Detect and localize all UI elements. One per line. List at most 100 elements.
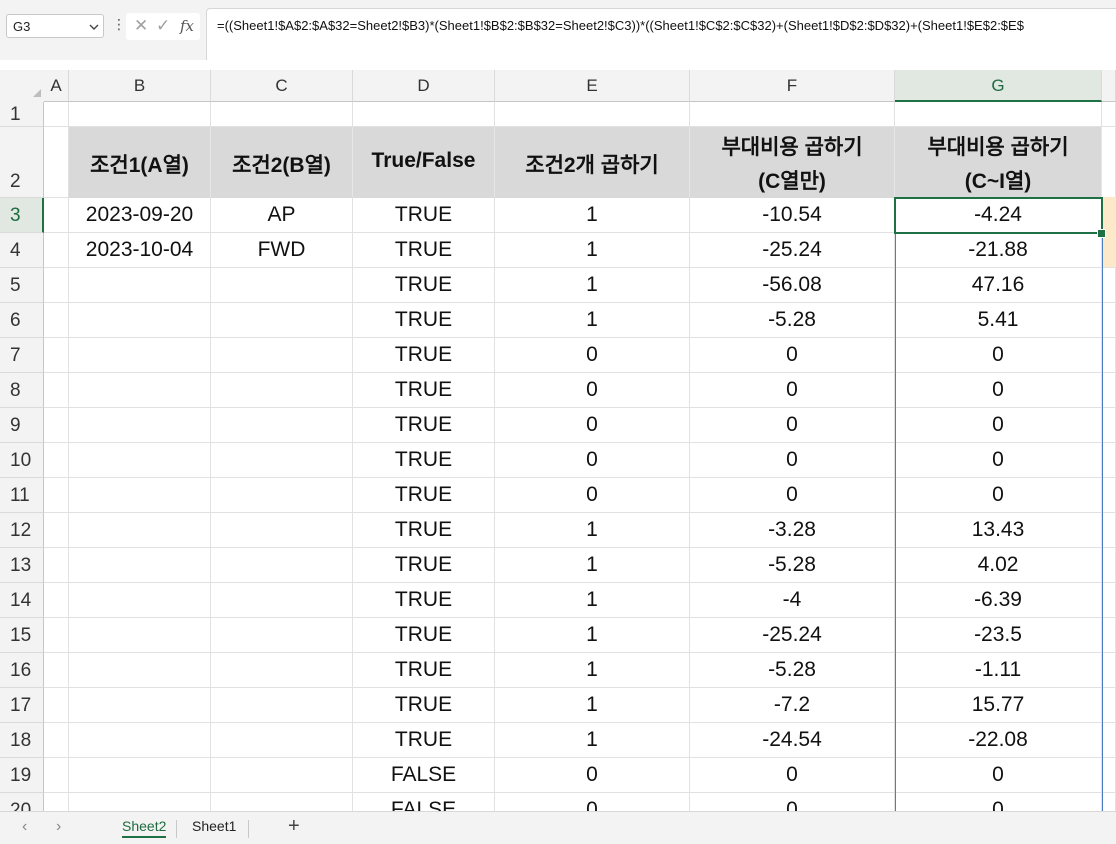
cell-e10[interactable]: 0 (495, 443, 690, 478)
cell-g13[interactable]: 4.02 (895, 548, 1102, 583)
column-header-f[interactable]: F (690, 70, 895, 102)
row-header-16[interactable]: 16 (0, 653, 44, 688)
cell-h19[interactable] (1102, 758, 1116, 793)
cell-f9[interactable]: 0 (690, 408, 895, 443)
cell-b5[interactable] (69, 268, 211, 303)
row-header-6[interactable]: 6 (0, 303, 44, 338)
cell-b17[interactable] (69, 688, 211, 723)
cell-c3[interactable]: AP (211, 198, 353, 233)
row-header-8[interactable]: 8 (0, 373, 44, 408)
cell-b6[interactable] (69, 303, 211, 338)
cell-e7[interactable]: 0 (495, 338, 690, 373)
cell-a16[interactable] (44, 653, 69, 688)
chevron-left-icon[interactable]: ‹ (22, 818, 27, 836)
row-header-18[interactable]: 18 (0, 723, 44, 758)
row-header-7[interactable]: 7 (0, 338, 44, 373)
row-header-1[interactable]: 1 (0, 102, 44, 127)
cell-h6[interactable] (1102, 303, 1116, 338)
column-header-e[interactable]: E (495, 70, 690, 102)
cell-h14[interactable] (1102, 583, 1116, 618)
cell-b14[interactable] (69, 583, 211, 618)
cell-c9[interactable] (211, 408, 353, 443)
cell-d3[interactable]: TRUE (353, 198, 495, 233)
column-header-a[interactable]: A (44, 70, 69, 102)
cell-b7[interactable] (69, 338, 211, 373)
cell-g15[interactable]: -23.5 (895, 618, 1102, 653)
row-header-17[interactable]: 17 (0, 688, 44, 723)
cell-b10[interactable] (69, 443, 211, 478)
cell-b11[interactable] (69, 478, 211, 513)
cell-d18[interactable]: TRUE (353, 723, 495, 758)
cell-a18[interactable] (44, 723, 69, 758)
cell-h8[interactable] (1102, 373, 1116, 408)
cell-c4[interactable]: FWD (211, 233, 353, 268)
cell-a7[interactable] (44, 338, 69, 373)
cell-b15[interactable] (69, 618, 211, 653)
cell-f15[interactable]: -25.24 (690, 618, 895, 653)
row-header-5[interactable]: 5 (0, 268, 44, 303)
cell-e5[interactable]: 1 (495, 268, 690, 303)
column-header-b[interactable]: B (69, 70, 211, 102)
cell-d9[interactable]: TRUE (353, 408, 495, 443)
header-cell-c[interactable]: 조건2(B열) (211, 127, 353, 198)
cell-g1[interactable] (895, 102, 1102, 127)
header-cell-d[interactable]: True/False (353, 127, 495, 198)
cell-d19[interactable]: FALSE (353, 758, 495, 793)
cell-c19[interactable] (211, 758, 353, 793)
cell-a11[interactable] (44, 478, 69, 513)
cell-a12[interactable] (44, 513, 69, 548)
cell-f17[interactable]: -7.2 (690, 688, 895, 723)
row-header-3[interactable]: 3 (0, 198, 44, 233)
cell-h15[interactable] (1102, 618, 1116, 653)
cell-a8[interactable] (44, 373, 69, 408)
row-header-12[interactable]: 12 (0, 513, 44, 548)
cell-f14[interactable]: -4 (690, 583, 895, 618)
column-header-next[interactable] (1102, 70, 1116, 102)
cell-f4[interactable]: -25.24 (690, 233, 895, 268)
cell-d5[interactable]: TRUE (353, 268, 495, 303)
cell-h16[interactable] (1102, 653, 1116, 688)
cell-d10[interactable]: TRUE (353, 443, 495, 478)
cell-a19[interactable] (44, 758, 69, 793)
cell-h10[interactable] (1102, 443, 1116, 478)
fill-handle[interactable] (1097, 229, 1106, 238)
cell-d17[interactable]: TRUE (353, 688, 495, 723)
row-header-11[interactable]: 11 (0, 478, 44, 513)
cell-c11[interactable] (211, 478, 353, 513)
cell-a4[interactable] (44, 233, 69, 268)
cell-f16[interactable]: -5.28 (690, 653, 895, 688)
cell-d14[interactable]: TRUE (353, 583, 495, 618)
plus-icon[interactable]: + (288, 815, 300, 838)
cell-g7[interactable]: 0 (895, 338, 1102, 373)
cell-e16[interactable]: 1 (495, 653, 690, 688)
cell-c17[interactable] (211, 688, 353, 723)
cell-b4[interactable]: 2023-10-04 (69, 233, 211, 268)
cell-d13[interactable]: TRUE (353, 548, 495, 583)
cell-f6[interactable]: -5.28 (690, 303, 895, 338)
select-all-corner[interactable] (0, 70, 44, 102)
row-header-9[interactable]: 9 (0, 408, 44, 443)
column-header-g[interactable]: G (895, 70, 1102, 102)
cell-e19[interactable]: 0 (495, 758, 690, 793)
cell-e12[interactable]: 1 (495, 513, 690, 548)
cell-b8[interactable] (69, 373, 211, 408)
cell-b13[interactable] (69, 548, 211, 583)
formula-input[interactable]: =((Sheet1!$A$2:$A$32=Sheet2!$B3)*(Sheet1… (206, 8, 1116, 60)
cell-h1[interactable] (1102, 102, 1116, 127)
check-icon[interactable]: ✓ (156, 16, 170, 36)
cell-c7[interactable] (211, 338, 353, 373)
cell-c6[interactable] (211, 303, 353, 338)
cell-f3[interactable]: -10.54 (690, 198, 895, 233)
row-header-10[interactable]: 10 (0, 443, 44, 478)
cell-b19[interactable] (69, 758, 211, 793)
row-header-13[interactable]: 13 (0, 548, 44, 583)
chevron-down-icon[interactable] (89, 20, 99, 35)
cell-b12[interactable] (69, 513, 211, 548)
cell-b18[interactable] (69, 723, 211, 758)
cell-g4[interactable]: -21.88 (895, 233, 1102, 268)
cell-e13[interactable]: 1 (495, 548, 690, 583)
cell-g8[interactable]: 0 (895, 373, 1102, 408)
cell-h5[interactable] (1102, 268, 1116, 303)
cell-b1[interactable] (69, 102, 211, 127)
cell-e14[interactable]: 1 (495, 583, 690, 618)
